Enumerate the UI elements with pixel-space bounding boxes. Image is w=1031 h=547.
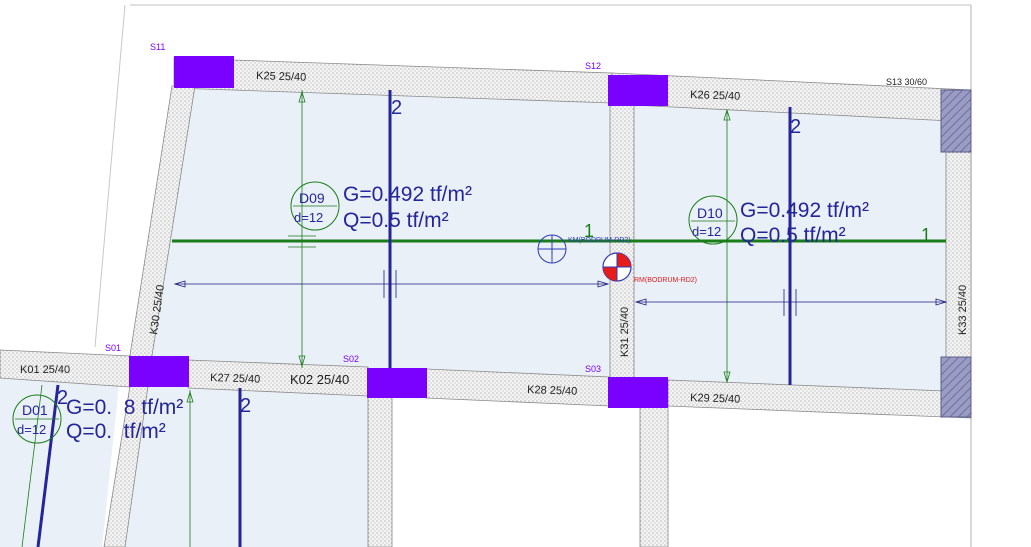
column-label-s01: S01: [105, 343, 121, 353]
slab-thickness-d10: d=12: [692, 224, 721, 239]
beam-label-k31: K31 25/40: [619, 307, 631, 357]
floor-plan-canvas[interactable]: S11 S12 S13 30/60 S01 S02 S03 K25 25/40 …: [0, 0, 1031, 547]
slab-d09-area[interactable]: [150, 88, 612, 383]
beam-label-k29: K29 25/40: [690, 392, 741, 406]
beam-label-k02: K02 25/40: [290, 372, 349, 387]
beam-label-k27: K27 25/40: [210, 372, 261, 386]
column-label-s03: S03: [585, 364, 601, 374]
beam-label-k26: K26 25/40: [690, 89, 741, 103]
beam-label-k28: K28 25/40: [527, 384, 578, 398]
column-s02[interactable]: [367, 368, 427, 398]
d01-dir2-label-b: 2: [240, 395, 251, 417]
mass-center-marker[interactable]: [602, 252, 632, 282]
slab-name-d10: D10: [697, 205, 723, 221]
slab-thickness-d01: d=12: [17, 422, 46, 437]
slab-g-load-d01: G=0. 8 tf/m²: [66, 396, 183, 419]
column-label-s02: S02: [343, 354, 359, 364]
slab-name-d09: D09: [299, 190, 325, 206]
beam-lower-mid[interactable]: [367, 395, 393, 547]
d09-dir2-label: 2: [391, 97, 402, 119]
column-label-s13: S13 30/60: [886, 77, 927, 87]
slab-g-load-d09: G=0.492 tf/m²: [343, 183, 472, 206]
stiffness-center-marker[interactable]: [537, 234, 567, 264]
slab-tag-d01[interactable]: D01 d=12: [12, 394, 62, 444]
column-s12[interactable]: [608, 75, 668, 106]
d10-dir1-label: 1: [921, 225, 931, 245]
column-label-s11: S11: [150, 42, 165, 52]
d10-dir2-label: 2: [790, 116, 801, 138]
column-s11[interactable]: [174, 56, 234, 88]
beam-label-k01: K01 25/40: [20, 364, 70, 376]
slab-tag-d09[interactable]: D09 d=12: [290, 181, 340, 231]
slab-q-load-d09: Q=0.5 tf/m²: [343, 209, 449, 232]
slab-name-d01: D01: [22, 402, 48, 418]
beam-label-k25: K25 25/40: [256, 70, 307, 84]
slab-q-load-d01: Q=0. tf/m²: [66, 420, 166, 443]
column-s03[interactable]: [608, 377, 668, 408]
mass-center-label: RM(BODRUM-RD2): [634, 277, 697, 284]
column-s01[interactable]: [129, 356, 189, 387]
column-s13-bottom[interactable]: [940, 356, 972, 418]
stiffness-center-label: KM(BODRUM-RD2): [568, 237, 631, 244]
slab-q-load-d10: Q=0.5 tf/m²: [740, 224, 846, 247]
column-s13-top[interactable]: [940, 89, 972, 153]
column-label-s12: S12: [585, 61, 601, 71]
slab-thickness-d09: d=12: [294, 210, 323, 225]
slab-g-load-d10: G=0.492 tf/m²: [740, 199, 869, 222]
beam-k33[interactable]: [945, 119, 972, 391]
beam-lower-right[interactable]: [639, 405, 669, 547]
beam-label-k33: K33 25/40: [957, 285, 969, 335]
